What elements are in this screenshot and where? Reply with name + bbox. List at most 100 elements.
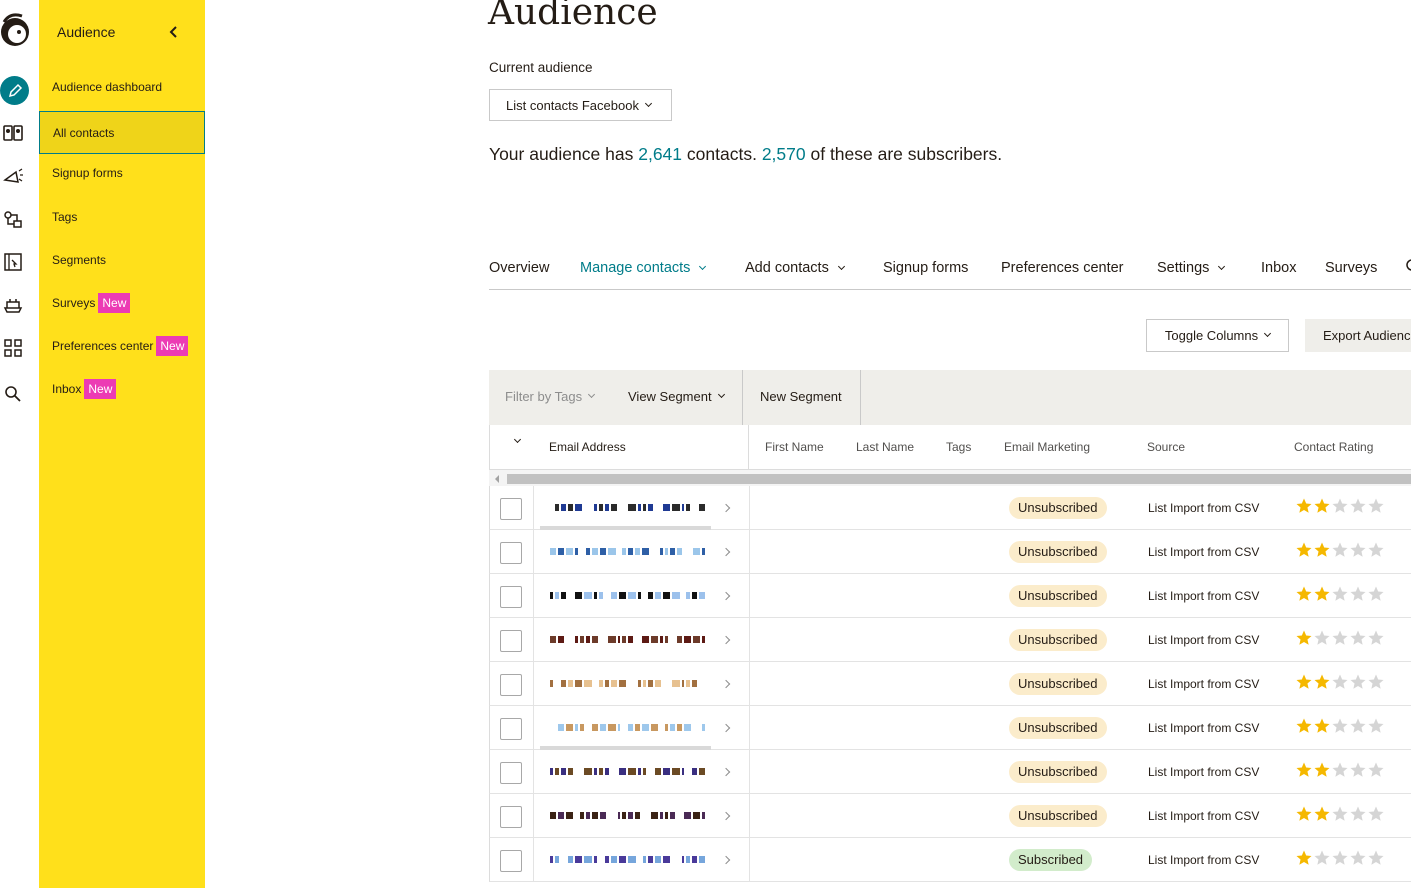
chevron-right-icon[interactable] — [721, 855, 731, 865]
redacted-email-address[interactable] — [550, 636, 705, 645]
sidebar-item-tags[interactable]: Tags — [39, 196, 205, 238]
redacted-email-address[interactable] — [550, 680, 705, 689]
row-checkbox[interactable] — [500, 762, 522, 784]
chevron-right-icon[interactable] — [721, 635, 731, 645]
audience-select[interactable]: List contacts Facebook — [489, 89, 672, 121]
website-icon[interactable] — [0, 249, 26, 275]
row-checkbox[interactable] — [500, 498, 522, 520]
contacts-count[interactable]: 2,641 — [638, 144, 682, 164]
column-email-address[interactable]: Email Address — [549, 440, 626, 454]
source-cell: List Import from CSV — [1148, 721, 1260, 735]
chevron-left-icon[interactable] — [167, 24, 179, 40]
column-contact-rating[interactable]: Contact Rating — [1294, 440, 1373, 454]
table-row[interactable]: Unsubscribed List Import from CSV — [489, 618, 1411, 662]
redacted-email-address[interactable] — [550, 548, 705, 557]
chevron-right-icon[interactable] — [721, 503, 731, 513]
filter-by-tags-dropdown[interactable]: Filter by Tags — [505, 389, 596, 404]
table-row[interactable]: Unsubscribed List Import from CSV — [489, 526, 1411, 574]
row-checkbox[interactable] — [500, 718, 522, 740]
table-row[interactable]: Unsubscribed List Import from CSV — [489, 662, 1411, 706]
chevron-right-icon[interactable] — [721, 679, 731, 689]
sidebar-item-audience-dashboard[interactable]: Audience dashboard — [39, 66, 205, 108]
sidebar-item-preferences-center[interactable]: Preferences center New — [39, 325, 205, 367]
chevron-right-icon[interactable] — [721, 811, 731, 821]
redacted-email-address[interactable] — [550, 812, 705, 821]
scrollbar-thumb[interactable] — [507, 474, 1411, 484]
redacted-email-address[interactable] — [550, 768, 705, 777]
tab-signup-forms[interactable]: Signup forms — [883, 260, 968, 276]
column-first-name[interactable]: First Name — [765, 440, 824, 454]
scroll-left-icon[interactable] — [495, 475, 499, 483]
view-segment-dropdown[interactable]: View Segment — [628, 389, 725, 404]
column-last-name[interactable]: Last Name — [856, 440, 914, 454]
column-tags[interactable]: Tags — [946, 440, 971, 454]
redacted-email-address[interactable] — [550, 724, 705, 733]
tab-manage-contacts[interactable]: Manage contacts — [580, 260, 707, 276]
search-icon[interactable] — [0, 381, 26, 407]
tab-inbox[interactable]: Inbox — [1261, 260, 1296, 276]
row-checkbox[interactable] — [500, 630, 522, 652]
chevron-right-icon[interactable] — [721, 547, 731, 557]
chevron-right-icon[interactable] — [721, 767, 731, 777]
search-icon[interactable] — [1404, 258, 1411, 276]
star-filled-icon — [1296, 674, 1312, 689]
star-empty-icon — [1368, 630, 1384, 645]
table-row[interactable]: Unsubscribed List Import from CSV — [489, 746, 1411, 794]
redacted-email-address[interactable] — [550, 592, 705, 601]
select-all-chevron-icon[interactable] — [513, 435, 522, 444]
star-filled-icon — [1314, 806, 1330, 821]
integrations-icon[interactable] — [0, 292, 26, 318]
chevron-right-icon[interactable] — [721, 591, 731, 601]
source-cell: List Import from CSV — [1148, 545, 1260, 559]
redacted-email-address[interactable] — [550, 504, 705, 513]
chevron-right-icon[interactable] — [721, 723, 731, 733]
contact-rating — [1295, 629, 1385, 647]
sidebar-item-all-contacts[interactable]: All contacts — [39, 111, 205, 154]
subscribers-count[interactable]: 2,570 — [762, 144, 806, 164]
table-row[interactable]: Unsubscribed List Import from CSV — [489, 794, 1411, 838]
redacted-email-address[interactable] — [550, 856, 705, 865]
horizontal-scrollbar[interactable] — [489, 469, 1411, 486]
sidebar-item-inbox[interactable]: Inbox New — [39, 368, 205, 410]
tab-preferences-center[interactable]: Preferences center — [1001, 260, 1124, 276]
row-checkbox[interactable] — [500, 542, 522, 564]
sidebar-item-signup-forms[interactable]: Signup forms — [39, 152, 205, 194]
table-row[interactable]: Unsubscribed List Import from CSV — [489, 486, 1411, 530]
tab-overview[interactable]: Overview — [489, 260, 549, 276]
star-filled-icon — [1296, 718, 1312, 733]
new-segment-button[interactable]: New Segment — [760, 389, 842, 404]
sidebar-item-surveys[interactable]: Surveys New — [39, 282, 205, 324]
freddie-logo-icon[interactable] — [0, 8, 34, 54]
campaign-megaphone-icon[interactable] — [0, 164, 26, 190]
grid-icon[interactable] — [0, 335, 26, 361]
chevron-down-icon — [588, 390, 596, 399]
sidebar-item-label: Tags — [52, 210, 78, 224]
table-row[interactable]: Unsubscribed List Import from CSV — [489, 706, 1411, 750]
new-badge: New — [84, 379, 117, 399]
sidebar-item-segments[interactable]: Segments — [39, 239, 205, 281]
column-email-marketing[interactable]: Email Marketing — [1004, 440, 1090, 454]
row-checkbox[interactable] — [500, 674, 522, 696]
tab-settings[interactable]: Settings — [1157, 260, 1226, 276]
star-empty-icon — [1368, 586, 1384, 601]
tab-label: Add contacts — [745, 260, 829, 276]
status-badge: Unsubscribed — [1009, 585, 1107, 607]
column-source[interactable]: Source — [1147, 440, 1185, 454]
audience-icon[interactable] — [0, 120, 26, 146]
automation-icon[interactable] — [0, 207, 26, 233]
table-row[interactable]: Unsubscribed List Import from CSV — [489, 574, 1411, 618]
divider — [533, 530, 534, 574]
row-checkbox[interactable] — [500, 586, 522, 608]
star-empty-icon — [1332, 718, 1348, 733]
toggle-columns-button[interactable]: Toggle Columns — [1146, 319, 1289, 352]
export-audience-button[interactable]: Export Audience — [1305, 319, 1411, 352]
pencil-icon[interactable] — [0, 76, 29, 105]
row-checkbox[interactable] — [500, 850, 522, 872]
source-cell: List Import from CSV — [1148, 677, 1260, 691]
table-row[interactable]: Subscribed List Import from CSV — [489, 838, 1411, 882]
divider — [748, 425, 749, 469]
row-checkbox[interactable] — [500, 806, 522, 828]
divider — [533, 794, 534, 838]
tab-surveys[interactable]: Surveys — [1325, 260, 1377, 276]
tab-add-contacts[interactable]: Add contacts — [745, 260, 845, 276]
